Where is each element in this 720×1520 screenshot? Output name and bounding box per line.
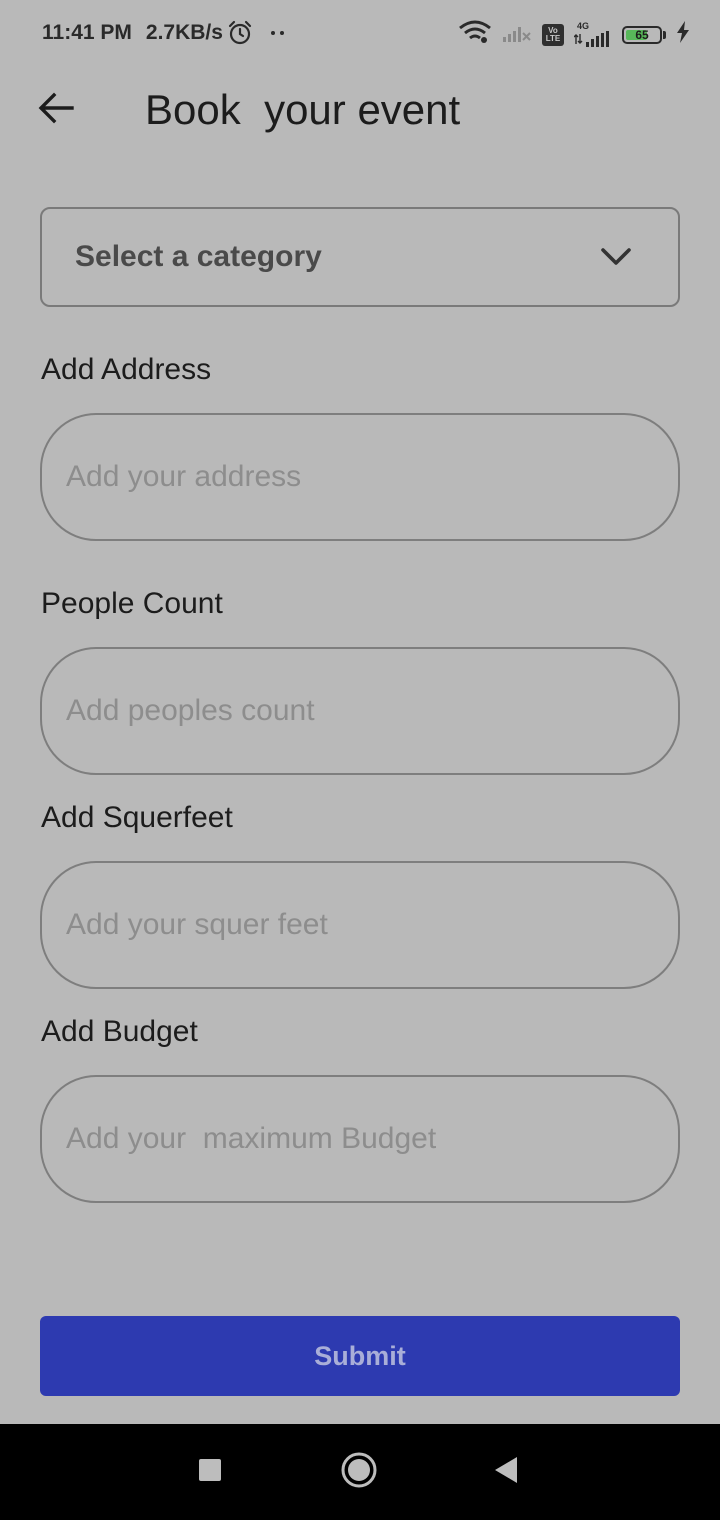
category-selected-value: Select a category	[75, 240, 322, 273]
battery-indicator: 65	[622, 25, 666, 44]
volte-icon: Vo LTE	[542, 23, 564, 46]
battery-icon: 65	[622, 25, 662, 44]
more-notifications-icon	[270, 31, 284, 35]
recents-button[interactable]	[190, 1452, 230, 1492]
network-type-label: 4G	[577, 21, 590, 31]
square-feet-placeholder: Add your squer feet	[66, 908, 328, 941]
budget-label: Add Budget	[41, 1015, 198, 1048]
alarm-icon	[227, 20, 253, 46]
battery-cap	[663, 30, 666, 39]
people-count-placeholder: Add peoples count	[66, 694, 315, 727]
arrow-left-icon	[38, 92, 74, 129]
home-button[interactable]	[339, 1452, 379, 1492]
status-left: 11:41 PM 2.7KB/s	[42, 20, 284, 46]
signal-icon	[502, 21, 532, 48]
status-time: 11:41 PM	[42, 21, 132, 44]
back-button[interactable]	[34, 88, 78, 132]
address-placeholder: Add your address	[66, 460, 302, 493]
page-title: Book your event	[145, 86, 461, 133]
budget-input[interactable]: Add your maximum Budget	[40, 1075, 680, 1203]
submit-button[interactable]: Submit	[40, 1316, 680, 1396]
chevron-down-icon	[600, 247, 632, 272]
status-bar: 11:41 PM 2.7KB/s Vo LTE 4G 65	[0, 0, 720, 68]
charging-icon	[676, 21, 690, 48]
people-count-label: People Count	[41, 587, 223, 620]
signal-4g-icon: 4G	[574, 22, 612, 47]
battery-level: 65	[635, 27, 649, 42]
address-input[interactable]: Add your address	[40, 413, 680, 541]
square-feet-input[interactable]: Add your squer feet	[40, 861, 680, 989]
budget-placeholder: Add your maximum Budget	[66, 1122, 437, 1155]
square-feet-label: Add Squerfeet	[41, 801, 233, 834]
system-navigation-bar	[0, 1424, 720, 1520]
recents-square-icon	[198, 1458, 222, 1487]
network-speed: 2.7KB/s	[145, 21, 223, 44]
back-nav-button[interactable]	[486, 1452, 526, 1492]
app-bar: Book your event	[0, 70, 720, 150]
book-event-screen: 11:41 PM 2.7KB/s Vo LTE 4G 65 Book your …	[0, 0, 720, 1520]
status-right: Vo LTE 4G 65	[458, 20, 690, 49]
people-count-input[interactable]: Add peoples count	[40, 647, 680, 775]
back-triangle-icon	[493, 1455, 519, 1490]
category-dropdown[interactable]: Select a category	[40, 207, 680, 307]
address-label: Add Address	[41, 353, 212, 386]
submit-label: Submit	[314, 1340, 406, 1371]
home-circle-icon	[340, 1451, 378, 1494]
wifi-icon	[458, 20, 492, 49]
